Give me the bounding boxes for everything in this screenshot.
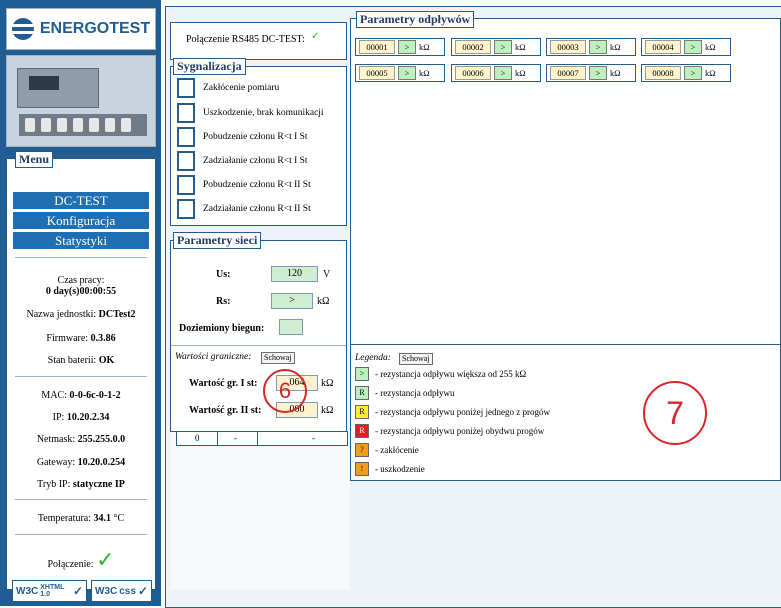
uptime-value: 0 day(s)00:00:55: [45, 286, 117, 297]
xhtml-badge[interactable]: W3C XHTML 1.0 ✓: [12, 580, 88, 602]
outlets-title: Parametry odpływów: [356, 11, 475, 28]
signal-row: Zadziałanie członu R<t I St: [177, 151, 308, 171]
hide-legend-button[interactable]: Schowaj: [399, 353, 433, 365]
device-photo: [6, 55, 156, 147]
signal-indicator: [177, 127, 195, 147]
divider: [15, 534, 147, 535]
netmask-row: Netmask: 255.255.0.0: [36, 434, 126, 445]
rs485-label: Połączenie RS485 DC-TEST:: [186, 34, 305, 45]
network-params-title: Parametry sieci: [173, 232, 262, 249]
annotation-circle-6: 6: [263, 369, 307, 413]
rs485-connection-panel: Połączenie RS485 DC-TEST: ✓: [170, 22, 347, 60]
signal-indicator: [177, 199, 195, 219]
divider: [15, 376, 147, 377]
annotation-circle-7: 7: [643, 381, 707, 445]
ground-pole-field: [279, 319, 303, 335]
outlet-00004[interactable]: 00004 > kΩ: [641, 38, 731, 56]
check-icon: ✓: [137, 584, 148, 598]
outlet-00007[interactable]: 00007 > kΩ: [546, 64, 636, 82]
legend-panel: Legenda: Schowaj > - rezystancja odpływu…: [350, 344, 781, 481]
gateway-row: Gateway: 10.20.0.254: [36, 457, 126, 468]
signal-row: Zakłócenie pomiaru: [177, 78, 279, 98]
outlet-00006[interactable]: 00006 > kΩ: [451, 64, 541, 82]
hide-limits-button[interactable]: Schowaj: [261, 352, 295, 364]
signal-row: Pobudzenie członu R<t I St: [177, 127, 308, 147]
w3c-badges: W3C XHTML 1.0 ✓ W3C css ✓: [12, 580, 152, 602]
signal-indicator: [177, 151, 195, 171]
nav-konfiguracja[interactable]: Konfiguracja: [13, 212, 149, 229]
outlet-00001[interactable]: 00001 > kΩ: [355, 38, 445, 56]
outlet-00008[interactable]: 00008 > kΩ: [641, 64, 731, 82]
globe-icon: [11, 18, 34, 40]
mac-row: MAC: 0-0-6c-0-1-2: [41, 390, 121, 401]
check-icon: ✓: [72, 584, 84, 598]
firmware-row: Firmware: 0.3.86: [46, 333, 116, 344]
legend-row: > - rezystancja odpływu większa od 255 k…: [355, 366, 526, 381]
menu-panel: DC-TEST Konfiguracja Statystyki Czas pra…: [6, 158, 156, 590]
connection-row: Połączenie: ✓: [47, 548, 115, 573]
network-params-panel: Us: 120 V Rs: > kΩ Doziemiony biegun: Wa…: [170, 240, 347, 432]
outlet-00005[interactable]: 00005 > kΩ: [355, 64, 445, 82]
signal-row: Zadziałanie członu R<t II St: [177, 199, 311, 219]
outlet-00003[interactable]: 00003 > kΩ: [546, 38, 636, 56]
ip-row: IP: 10.20.2.34: [52, 412, 110, 423]
temperature-row: Temperatura: 34.1 °C: [37, 513, 125, 524]
legend-row: ! - uszkodzenie: [355, 461, 425, 476]
legend-row: R - rezystancja odpływu poniżej obydwu p…: [355, 423, 544, 438]
nav-statystyki[interactable]: Statystyki: [13, 232, 149, 249]
signal-indicator: [177, 103, 195, 123]
legend-row: ? - zakłócenie: [355, 442, 419, 457]
signal-indicator: [177, 175, 195, 195]
logo: ENERGOTEST: [6, 8, 156, 50]
nav-dc-test[interactable]: DC-TEST: [13, 192, 149, 209]
signal-row: Uszkodzenie, brak komunikacji: [177, 103, 324, 123]
legend-row: R - rezystancja odpływu poniżej jednego …: [355, 404, 550, 419]
rs-value-field: >: [271, 293, 313, 309]
css-badge[interactable]: W3C css ✓: [91, 580, 152, 602]
partial-table-row: 0 - -: [176, 431, 348, 446]
logo-text: ENERGOTEST: [39, 20, 151, 37]
menu-title: Menu: [15, 151, 53, 168]
ipmode-row: Tryb IP: statyczne IP: [37, 479, 125, 490]
divider: [15, 257, 147, 258]
signal-row: Pobudzenie członu R<t II St: [177, 175, 311, 195]
check-icon: ✓: [96, 548, 115, 573]
outlet-00002[interactable]: 00002 > kΩ: [451, 38, 541, 56]
signal-indicator: [177, 78, 195, 98]
divider: [15, 499, 147, 500]
signals-panel: Zakłócenie pomiaru Uszkodzenie, brak kom…: [170, 66, 347, 226]
us-value-field: 120: [271, 266, 318, 282]
battery-row: Stan baterii: OK: [47, 355, 115, 366]
signals-title: Sygnalizacja: [173, 58, 246, 75]
check-icon: ✓: [311, 31, 320, 42]
uptime-label: Czas pracy:: [57, 275, 105, 286]
legend-row: R - rezystancja odpływu: [355, 385, 454, 400]
unit-name-row: Nazwa jednostki: DCTest2: [26, 309, 136, 320]
